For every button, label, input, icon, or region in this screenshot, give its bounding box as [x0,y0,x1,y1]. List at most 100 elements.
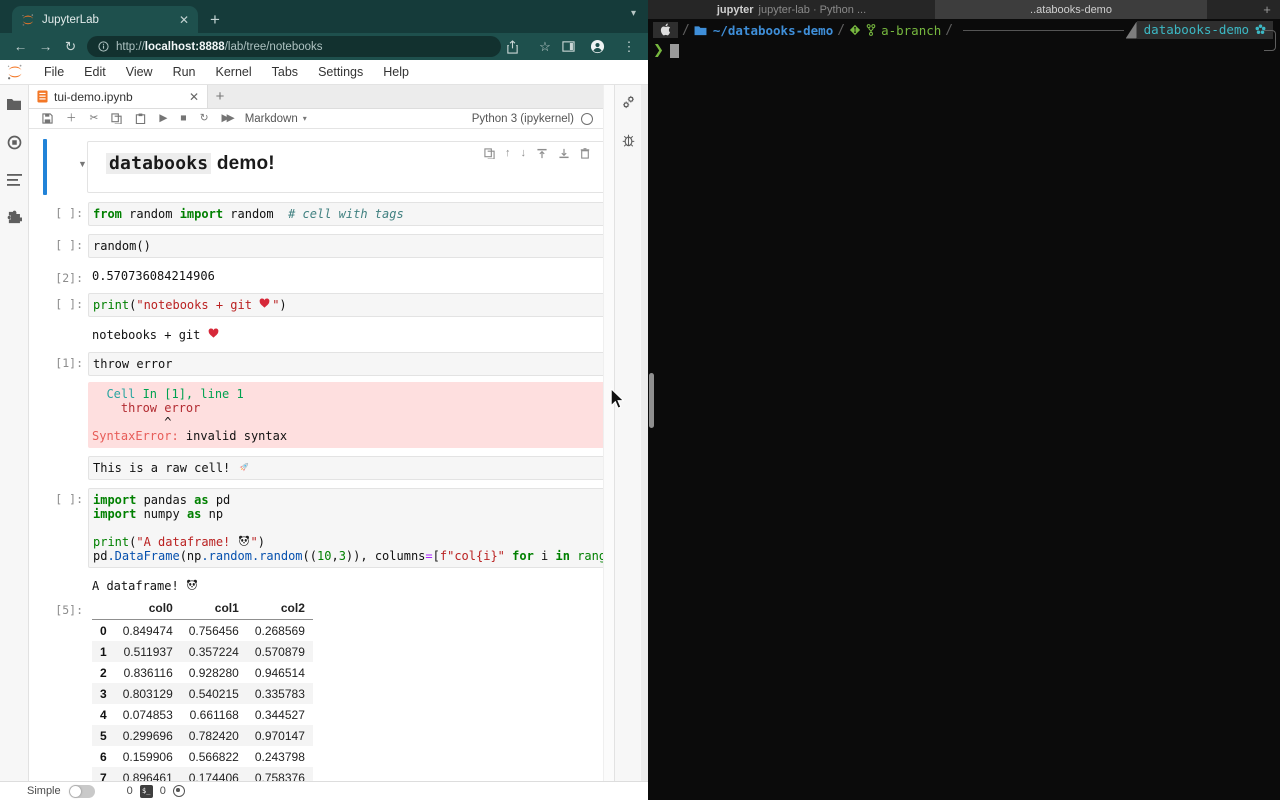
restart-run-all-icon[interactable]: ▶▶ [222,113,235,124]
menu-item-settings[interactable]: Settings [308,65,373,79]
delete-cell-icon[interactable] [580,148,590,159]
apple-icon [660,23,671,36]
side-panel-icon[interactable] [562,40,584,53]
page-scrollbar[interactable] [641,85,648,781]
heading-collapse-caret-icon[interactable]: ▼ [78,159,87,169]
save-icon[interactable] [42,113,53,124]
copy-cells-icon[interactable] [111,113,122,124]
move-cell-down-icon[interactable]: ↓ [521,148,527,159]
table-of-contents-icon[interactable] [6,174,22,186]
share-icon[interactable] [506,39,528,54]
run-cell-icon[interactable]: ▶ [159,113,167,124]
new-tab-button[interactable]: + [210,11,220,28]
terminal-tab-active[interactable]: ..atabooks-demo [935,0,1207,19]
property-inspector-icon[interactable] [621,95,636,109]
terminal-tab-inactive[interactable]: jupyter jupyter-lab · Python ... [648,0,935,19]
cwd-segment: ~/databooks-demo [694,23,833,38]
insert-cell-icon[interactable]: ＋ [66,113,77,124]
cell-prompt: [1]: [55,356,83,370]
notebook-tab[interactable]: tui-demo.ipynb ✕ [29,85,208,108]
browser-menu-icon[interactable]: ⋮ [618,39,640,55]
code-line: This is a raw cell! [93,461,603,475]
folder-icon [694,25,707,36]
debugger-icon[interactable] [622,133,635,147]
cell-prompt [29,577,88,595]
prompt-separator: / [837,22,846,38]
move-cell-up-icon[interactable]: ↑ [505,148,511,159]
restart-kernel-icon[interactable]: ↻ [200,113,209,124]
extension-manager-icon[interactable] [7,210,22,225]
git-icon [849,24,861,36]
forward-icon[interactable]: → [33,39,58,54]
dataframe-column-header: col2 [246,599,313,620]
selected-cell-indicator[interactable] [43,139,47,195]
dataframe-row: 5 0.299696 0.782420 0.970147 [92,725,313,746]
insert-cell-below-icon[interactable] [558,148,570,159]
info-icon[interactable] [98,41,109,52]
code-line: ^ [92,415,172,429]
back-icon[interactable]: ← [8,39,33,54]
code-line: SyntaxError: invalid syntax [92,429,288,443]
bookmark-star-icon[interactable]: ☆ [534,39,556,55]
menu-item-file[interactable]: File [34,65,74,79]
code-input[interactable]: import pandas as pd import numpy as np pr… [88,488,603,568]
paste-cells-icon[interactable] [135,113,146,124]
kernel-sessions-icon[interactable] [172,785,185,797]
duplicate-cell-icon[interactable] [484,148,495,159]
git-segment: a-branch [849,23,941,38]
raw-cell-input[interactable]: This is a raw cell! [88,456,603,480]
terminal-new-tab-button[interactable]: + [1254,0,1280,19]
menu-item-edit[interactable]: Edit [74,65,116,79]
url-bar[interactable]: http://localhost:8888/lab/tree/notebooks [87,36,501,57]
running-kernels-icon[interactable] [7,135,22,150]
code-line: notebooks + git [92,328,603,342]
notebook-tab-close-icon[interactable]: ✕ [189,90,199,104]
code-cell-row: [ ]: print("notebooks + git ") [29,293,603,317]
kernel-indicator[interactable]: Python 3 (ipykernel) [472,112,593,125]
reload-icon[interactable]: ↻ [58,39,83,55]
dataframe-column-header: col0 [114,599,181,620]
browser-toolbar: ← → ↻ http://localhost:8888/lab/tree/not… [0,33,648,60]
simple-mode-toggle[interactable] [68,784,95,798]
panda-emoji [186,579,199,591]
text-output: notebooks + git [88,326,603,344]
dataframe-row: 7 0.896461 0.174406 0.758376 [92,767,313,781]
browser-tab[interactable]: JupyterLab ✕ [12,6,198,33]
code-input[interactable]: random() [88,234,603,258]
notebook-toolbar: ＋ ✂ ▶ ■ ↻ ▶▶ Markdown ▾ Python 3 (ipykern… [29,109,603,129]
cut-cells-icon[interactable]: ✂ [90,113,99,124]
terminal-tab-subtitle: jupyter-lab · Python ... [758,3,867,16]
code-input[interactable]: print("notebooks + git ") [88,293,603,317]
text-output: A dataframe! [88,577,603,595]
cell-prompt [29,326,88,344]
code-input[interactable]: from random import random # cell with ta… [88,202,603,226]
menu-item-run[interactable]: Run [163,65,206,79]
menu-item-help[interactable]: Help [373,65,419,79]
terminal-icon[interactable]: $_ [139,784,153,798]
interrupt-kernel-icon[interactable]: ■ [180,113,186,124]
menu-item-view[interactable]: View [116,65,163,79]
file-browser-icon[interactable] [6,97,22,111]
menu-item-tabs[interactable]: Tabs [262,65,308,79]
cell-type-dropdown[interactable]: Markdown ▾ [245,113,307,125]
cell-prompt [29,382,88,448]
code-input[interactable]: throw error [88,352,603,376]
profile-avatar[interactable] [590,39,612,54]
code-line: pd.DataFrame(np.random.random((10,3)), c… [93,549,603,563]
git-branch-icon [866,24,876,36]
prompt-fill-line [963,29,1124,31]
chevron-down-icon: ▾ [302,114,307,123]
mouse-cursor [610,388,624,409]
dataframe-row: 2 0.836116 0.928280 0.946514 [100,665,305,680]
prompt-char: ❯ [653,43,664,58]
split-view-divider-handle[interactable] [649,373,654,428]
cell-prompt: [ ]: [55,492,83,506]
insert-cell-above-icon[interactable] [536,148,548,159]
menu-item-kernel[interactable]: Kernel [206,65,262,79]
new-launcher-button[interactable]: + [208,85,232,108]
cell-prompt: [ ]: [55,206,83,220]
notebook-scrollbar[interactable] [603,85,614,781]
tab-search-chevron-icon[interactable]: ▾ [631,8,636,19]
tab-close-icon[interactable]: ✕ [179,14,189,26]
markdown-title-cell[interactable]: ▼ databooks demo! ↑ ↓ [29,139,603,195]
